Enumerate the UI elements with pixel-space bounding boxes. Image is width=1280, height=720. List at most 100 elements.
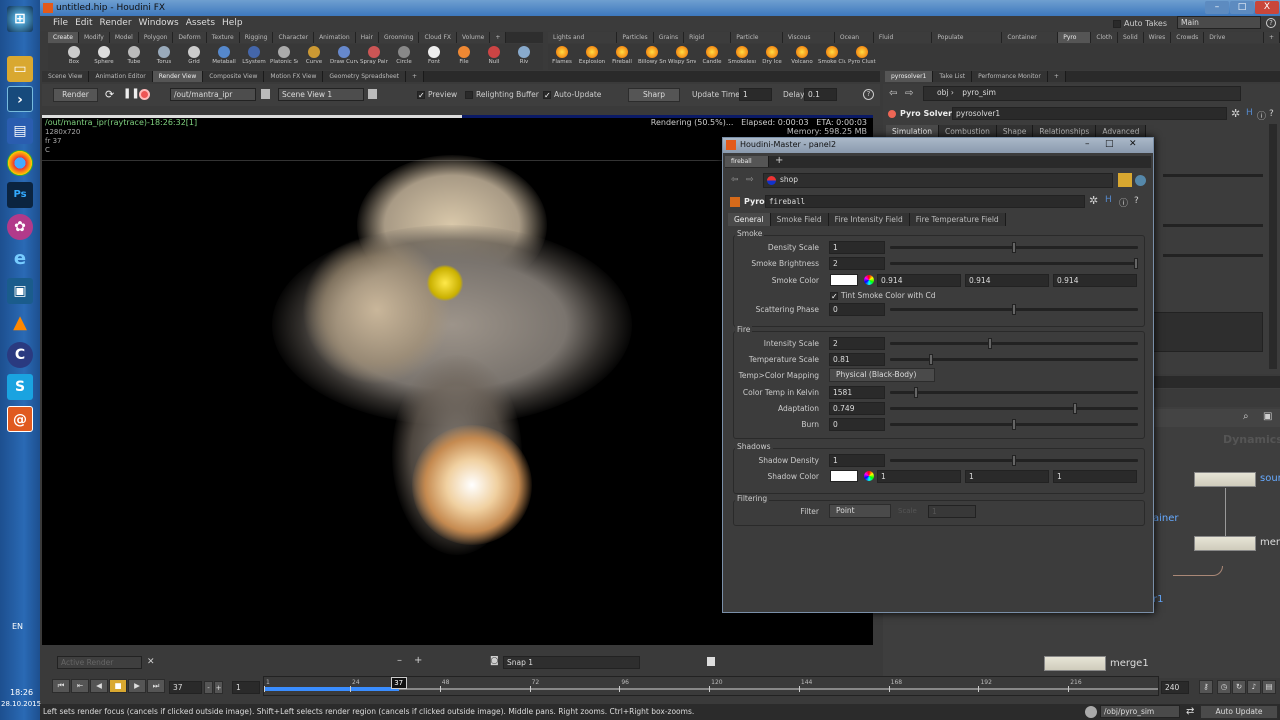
- shelf-tab-add[interactable]: +: [1263, 32, 1280, 43]
- shelf-tab-rigid-bodies[interactable]: Rigid Bodies: [684, 32, 732, 52]
- forward-icon[interactable]: ⇨: [905, 88, 913, 99]
- shelf-tool-platonic-sol[interactable]: Platonic Sol...: [270, 44, 298, 70]
- pause-icon[interactable]: ❚❚: [123, 88, 140, 99]
- menu-edit[interactable]: Edit: [75, 16, 92, 31]
- slider-handle[interactable]: [929, 354, 934, 365]
- tab-fireball[interactable]: fireball: [725, 156, 769, 167]
- add-tab-icon[interactable]: +: [775, 155, 783, 166]
- minimize-button[interactable]: –: [1205, 1, 1229, 14]
- slider-handle[interactable]: [987, 338, 992, 349]
- shelf-tool-billowy-sm[interactable]: Billowy Sm...: [638, 44, 666, 70]
- active-render-select[interactable]: Active Render: [57, 656, 142, 669]
- rop-node-icon[interactable]: [261, 89, 270, 99]
- render-mode-select[interactable]: Sharp: [628, 88, 680, 102]
- desktop-select[interactable]: Main: [1177, 16, 1261, 29]
- stop-button[interactable]: ■: [109, 679, 127, 693]
- shelf-tool-smoke-clus[interactable]: Smoke Clus...: [818, 44, 846, 70]
- play-reverse-button[interactable]: ◀: [90, 679, 108, 693]
- shelf-tab-lights-and-cameras[interactable]: Lights and Cameras: [548, 32, 618, 52]
- shelf-tool-candle[interactable]: Candle: [698, 44, 726, 70]
- param-slider-shadow-density[interactable]: [890, 455, 1138, 466]
- pane-tab-composite-view[interactable]: Composite View: [203, 71, 265, 82]
- floating-title-bar[interactable]: Houdini-Master - panel2 – □ ✕: [723, 138, 1153, 153]
- pane-tab-animation-editor[interactable]: Animation Editor: [89, 71, 153, 82]
- shelf-tool-draw-curve[interactable]: Draw Curve: [330, 44, 358, 70]
- shelf-tab-pyro-fx[interactable]: Pyro FX: [1058, 32, 1092, 52]
- pane-tab-render-view[interactable]: Render View: [152, 71, 204, 82]
- keys-icon[interactable]: ⚷: [1199, 680, 1213, 694]
- zoom-in-button[interactable]: +: [414, 655, 422, 666]
- param-help-icon[interactable]: ?: [1269, 109, 1274, 119]
- shelf-tool-null[interactable]: Null: [480, 44, 508, 70]
- terminal-icon[interactable]: ›: [7, 86, 33, 112]
- pane-tab-add[interactable]: +: [1047, 71, 1066, 82]
- close-button[interactable]: X: [1255, 1, 1279, 14]
- param-menu-filter[interactable]: Point: [829, 504, 891, 518]
- relighting-checkbox[interactable]: Relighting Buffer: [465, 90, 539, 99]
- preview-checkbox[interactable]: ✓ Preview: [417, 90, 457, 100]
- slider-handle[interactable]: [1012, 455, 1016, 466]
- update-mode-select[interactable]: Auto Update: [1200, 705, 1278, 719]
- pane-tab-motion-fx-view[interactable]: Motion FX View: [264, 71, 324, 82]
- shelf-tool-file[interactable]: File: [450, 44, 478, 70]
- jump-end-button[interactable]: ⏭: [147, 679, 165, 693]
- param-scrollbar[interactable]: [1269, 124, 1277, 369]
- shelf-tool-tube[interactable]: Tube: [120, 44, 148, 70]
- param-slider-intensity-scale[interactable]: [890, 338, 1138, 349]
- param-input-intensity-scale[interactable]: 2: [829, 337, 885, 350]
- vlc-icon[interactable]: ▲: [7, 310, 33, 336]
- param-input-burn[interactable]: 0: [829, 418, 885, 431]
- shelf-tab-viscous-fluids[interactable]: Viscous Fluids: [782, 32, 835, 52]
- pane-tab-general[interactable]: General: [728, 213, 771, 226]
- slider-handle[interactable]: [914, 387, 919, 398]
- jump-start-button[interactable]: ⏮: [52, 679, 70, 693]
- maximize-button[interactable]: □: [1230, 1, 1254, 14]
- forward-icon[interactable]: ⇨: [746, 175, 754, 185]
- menu-file[interactable]: File: [53, 16, 68, 31]
- window-icon[interactable]: ▣: [7, 278, 33, 304]
- shelf-tab-animation[interactable]: Animation: [314, 32, 356, 43]
- realtime-icon[interactable]: ◷: [1217, 680, 1231, 694]
- current-frame-marker[interactable]: 37: [390, 677, 407, 689]
- shelf-tool-flames[interactable]: Flames: [548, 44, 576, 70]
- shelf-tab-modify[interactable]: Modify: [78, 32, 110, 43]
- refresh-icon[interactable]: ⟳: [105, 88, 114, 101]
- shelf-tab-volume[interactable]: Volume: [457, 32, 491, 43]
- param-input-shadow-density[interactable]: 1: [829, 454, 885, 467]
- param-slider-scattering-phase[interactable]: [890, 304, 1138, 315]
- shelf-tab-rigging[interactable]: Rigging: [239, 32, 274, 43]
- param-slider-smoke-brightness[interactable]: [890, 258, 1138, 269]
- param-input-scattering-phase[interactable]: 0: [829, 303, 885, 316]
- shelf-tab-particles[interactable]: Particles: [617, 32, 654, 43]
- zoom-out-button[interactable]: –: [397, 655, 402, 666]
- slider-handle[interactable]: [1012, 242, 1016, 253]
- camera-node-icon[interactable]: [368, 89, 377, 99]
- chrome-icon[interactable]: [7, 150, 33, 176]
- shelf-tool-grid[interactable]: Grid: [180, 44, 208, 70]
- color-swatch[interactable]: [830, 274, 858, 286]
- color-g-input[interactable]: 0.914: [965, 274, 1049, 287]
- update-time-input[interactable]: 1: [739, 88, 772, 101]
- end-frame-input[interactable]: 240: [1161, 681, 1189, 694]
- shelf-tab-hair[interactable]: Hair: [355, 32, 379, 43]
- color-b-input[interactable]: 0.914: [1053, 274, 1137, 287]
- param-slider-color-temp-in-kelvin[interactable]: [890, 387, 1138, 398]
- checkbox-checked-icon[interactable]: ✓: [830, 292, 838, 301]
- ie-icon[interactable]: e: [7, 246, 33, 272]
- color-b-input[interactable]: 1: [1053, 470, 1137, 483]
- shelf-tab-cloth[interactable]: Cloth: [1091, 32, 1118, 43]
- app-icon[interactable]: ✿: [7, 214, 33, 240]
- pane-tab-pyrosolver1[interactable]: pyrosolver1: [885, 71, 934, 82]
- param-slider-burn[interactable]: [890, 419, 1138, 430]
- frame-decrement-button[interactable]: -: [204, 681, 213, 694]
- param-input-density-scale[interactable]: 1: [829, 241, 885, 254]
- back-icon[interactable]: ⇦: [731, 175, 739, 185]
- menu-render[interactable]: Render: [100, 16, 132, 31]
- snapshot-options-icon[interactable]: [707, 657, 715, 666]
- node-name-input[interactable]: pyrosolver1: [952, 107, 1227, 120]
- shelf-tab-texture[interactable]: Texture: [206, 32, 240, 43]
- back-icon[interactable]: ⇦: [889, 88, 897, 99]
- shelf-tab-populate-containers[interactable]: Populate Containers: [932, 32, 1003, 52]
- shelf-tab-grooming[interactable]: Grooming: [378, 32, 420, 43]
- param-slider-temperature-scale[interactable]: [890, 354, 1138, 365]
